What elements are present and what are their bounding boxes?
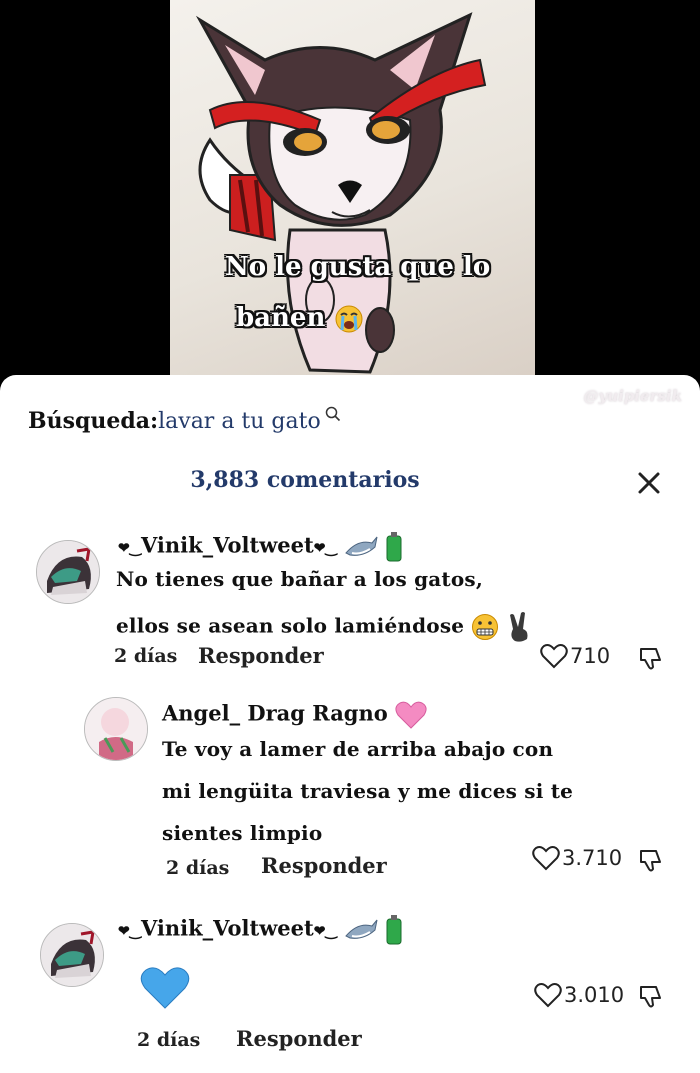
reply-button[interactable]: Responder: [198, 643, 324, 668]
battery-icon: [386, 532, 402, 562]
blue-heart-icon: [140, 967, 190, 1009]
avatar-image: [85, 698, 147, 760]
like-button[interactable]: 3.010: [534, 982, 624, 1008]
like-button[interactable]: 710: [540, 643, 610, 669]
like-count: 710: [570, 644, 611, 668]
comment-text-line2-content: ellos se asean solo lamiéndose: [116, 613, 465, 638]
reply-button[interactable]: Responder: [236, 1026, 362, 1051]
username-text: Angel_ Drag Ragno: [162, 700, 388, 726]
video-caption-line2-text: bañen: [236, 303, 326, 333]
like-count: 3.010: [564, 983, 625, 1007]
heart-outline-icon: [534, 983, 562, 1008]
comment-text-line3: sientes limpio: [162, 821, 323, 845]
like-button[interactable]: 3.710: [532, 845, 622, 871]
avatar[interactable]: [40, 923, 104, 987]
comment-time: 2 días: [114, 645, 178, 667]
username-flourish-icon: ❤‿: [118, 923, 141, 940]
comment-text-line2: mi lengüita traviesa y me dices si te: [162, 779, 574, 803]
shark-icon: [345, 919, 378, 939]
search-label: Búsqueda:: [28, 408, 159, 434]
dislike-icon[interactable]: [638, 645, 664, 671]
comment-time: 2 días: [166, 857, 230, 879]
video-caption-line1: No le gusta que lo: [225, 252, 491, 282]
battery-icon: [386, 915, 402, 945]
comment-username[interactable]: ❤‿Vinik_Voltweet❤‿: [118, 915, 403, 945]
heart-outline-icon: [540, 644, 568, 669]
like-count: 3.710: [562, 846, 623, 870]
search-icon[interactable]: [325, 406, 341, 422]
reply-button[interactable]: Responder: [261, 853, 387, 878]
comment-text-line2: ellos se asean solo lamiéndose: [116, 611, 533, 643]
comment-text: Te voy a lamer de arriba abajo con: [162, 737, 554, 761]
grimacing-face-icon: [472, 614, 499, 640]
comment-text: No tienes que bañar a los gatos,: [116, 567, 484, 591]
video-frame: No le gusta que lo bañen: [170, 0, 535, 385]
comment-username[interactable]: ❤‿Vinik_Voltweet❤‿: [118, 532, 403, 562]
username-flourish-icon: ❤‿: [118, 540, 141, 557]
username-text: Vinik_Voltweet: [140, 915, 314, 941]
username-text: Vinik_Voltweet: [140, 532, 314, 558]
video-player[interactable]: No le gusta que lo bañen: [0, 0, 700, 385]
username-flourish-icon: ❤‿: [313, 540, 337, 557]
dislike-icon[interactable]: [638, 847, 664, 873]
pink-heart-icon: [395, 701, 427, 729]
close-icon[interactable]: [636, 470, 662, 496]
avatar[interactable]: [84, 697, 148, 761]
watermark: @yuipiersik: [583, 387, 683, 405]
username-flourish-icon: ❤‿: [313, 923, 337, 940]
search-query[interactable]: lavar a tu gato: [158, 409, 321, 434]
heart-outline-icon: [532, 846, 560, 871]
avatar-image: [37, 541, 99, 603]
shark-icon: [345, 536, 378, 556]
avatar[interactable]: [36, 540, 100, 604]
search-suggestion[interactable]: Búsqueda:lavar a tu gato: [28, 406, 341, 434]
comment-time: 2 días: [137, 1029, 201, 1051]
avatar-image: [41, 924, 103, 986]
comments-count: 3,883 comentarios: [190, 467, 420, 493]
victory-hand-icon: [509, 612, 528, 642]
video-caption-line2: bañen: [236, 303, 535, 334]
crying-face-icon: [335, 305, 363, 333]
comments-sheet: @yuipiersik Búsqueda:lavar a tu gato 3,8…: [0, 375, 700, 1073]
dislike-icon[interactable]: [638, 983, 664, 1009]
comment-username[interactable]: Angel_ Drag Ragno: [162, 700, 427, 730]
